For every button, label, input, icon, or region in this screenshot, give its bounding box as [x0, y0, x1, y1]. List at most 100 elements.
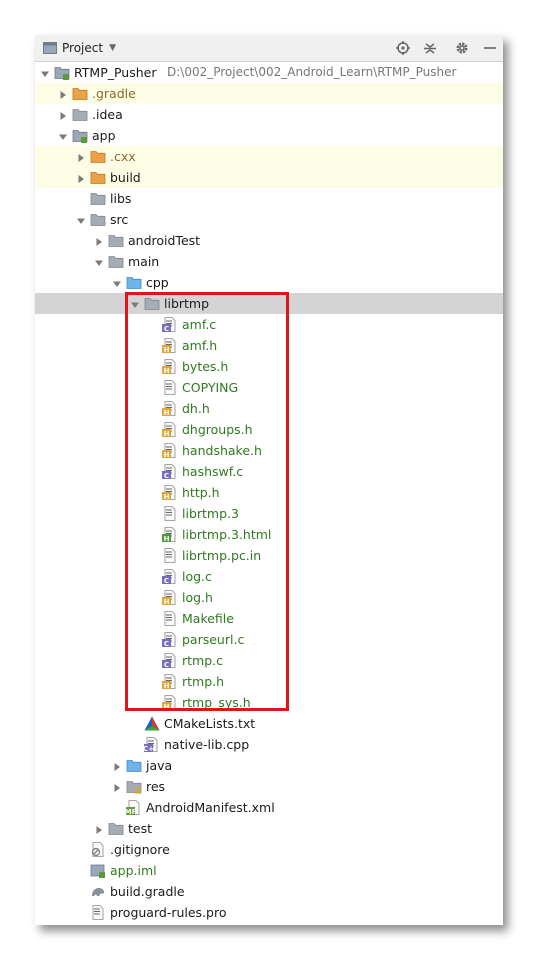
tree-node-rtmp-pusher[interactable]: RTMP_Pusher D:\002_Project\002_Android_Le…	[35, 62, 503, 83]
tree-node-handshake-h[interactable]: Hhandshake.h	[35, 440, 503, 461]
collapsed-arrow-icon[interactable]	[112, 760, 122, 771]
collapsed-arrow-icon[interactable]	[94, 823, 104, 834]
tree-node-gitignore[interactable]: .gitignore	[35, 839, 503, 860]
tree-node-label: log.h	[182, 590, 213, 605]
project-view-selector[interactable]: Project ▼	[41, 39, 120, 57]
expanded-arrow-icon[interactable]	[94, 256, 104, 266]
expanded-arrow-icon[interactable]	[112, 277, 122, 287]
tree-node-librtmp[interactable]: librtmp	[35, 293, 503, 314]
tree-node-label: rtmp_sys.h	[182, 695, 251, 710]
tree-node-label: AndroidManifest.xml	[146, 800, 275, 815]
gitignore-file-icon	[90, 842, 106, 857]
tree-node-native-lib-cpp[interactable]: C+ native-lib.cpp	[35, 734, 503, 755]
tree-node-amf-c[interactable]: Camf.c	[35, 314, 503, 335]
settings-gear-icon[interactable]	[453, 39, 471, 57]
h-file-icon: H	[162, 674, 178, 690]
hide-minimize-icon[interactable]	[481, 39, 499, 57]
svg-text:C: C	[164, 325, 169, 332]
h-file-icon: H	[162, 359, 178, 375]
tree-node-makefile[interactable]: Makefile	[35, 608, 503, 629]
orange-folder-icon	[90, 170, 106, 185]
tree-node-gradle[interactable]: .gradle	[35, 83, 503, 104]
tree-node-label: hashswf.c	[182, 464, 244, 479]
tree-node-build[interactable]: build	[35, 167, 503, 188]
collapsed-arrow-icon[interactable]	[76, 151, 86, 162]
collapsed-arrow-icon[interactable]	[112, 781, 122, 792]
tree-node-cmakelists-txt[interactable]: CMakeLists.txt	[35, 713, 503, 734]
collapse-all-icon[interactable]	[421, 39, 439, 57]
grey-folder-icon	[90, 191, 106, 206]
tree-node-label: build	[110, 170, 141, 185]
c-file-icon: C	[162, 653, 178, 669]
tree-node-amf-h[interactable]: Hamf.h	[35, 335, 503, 356]
collapsed-arrow-icon[interactable]	[94, 235, 104, 246]
tree-node-res[interactable]: res	[35, 776, 503, 797]
locate-icon[interactable]	[394, 39, 412, 57]
tree-node-label: src	[110, 212, 129, 227]
grey-folder-icon	[108, 254, 124, 269]
h-file-icon: H	[162, 695, 178, 711]
expanded-arrow-icon[interactable]	[76, 214, 86, 224]
tree-node-rtmp-sys-h[interactable]: Hrtmp_sys.h	[35, 692, 503, 713]
tree-node-dh-h[interactable]: Hdh.h	[35, 398, 503, 419]
svg-text:H: H	[164, 346, 170, 353]
tree-node-log-h[interactable]: Hlog.h	[35, 587, 503, 608]
c-file-icon: C	[162, 632, 178, 648]
tree-node-label: amf.c	[182, 317, 217, 332]
cpp-file-icon: C+	[143, 737, 160, 753]
tree-node-java[interactable]: java	[35, 755, 503, 776]
expanded-arrow-icon[interactable]	[130, 298, 140, 308]
tree-node-label: parseurl.c	[182, 632, 245, 647]
blue-folder-icon	[126, 758, 142, 773]
h-file-icon: H	[162, 338, 178, 354]
tree-node-cxx[interactable]: .cxx	[35, 146, 503, 167]
gradle-icon	[90, 884, 106, 899]
tree-node-label: proguard-rules.pro	[110, 905, 227, 920]
tree-node-proguard-rules-pro[interactable]: proguard-rules.pro	[35, 902, 503, 923]
tree-node-label: http.h	[182, 485, 220, 500]
tree-node-androidmanifest-xml[interactable]: MF AndroidManifest.xml	[35, 797, 503, 818]
expanded-arrow-icon[interactable]	[58, 130, 68, 140]
tree-node-label: dh.h	[182, 401, 210, 416]
orange-folder-icon	[90, 149, 106, 164]
tree-node-librtmp-3-html[interactable]: Hlibrtmp.3.html	[35, 524, 503, 545]
h-file-icon: H	[162, 422, 178, 438]
tree-node-androidtest[interactable]: androidTest	[35, 230, 503, 251]
tree-node-hashswf-c[interactable]: Chashswf.c	[35, 461, 503, 482]
manifest-file-icon: MF	[125, 800, 142, 816]
tree-node-copying[interactable]: COPYING	[35, 377, 503, 398]
project-view-title: Project	[62, 41, 104, 55]
cmake-icon	[144, 716, 160, 731]
tree-node-app-iml[interactable]: app.iml	[35, 860, 503, 881]
tree-node-idea[interactable]: .idea	[35, 104, 503, 125]
tree-node-label: .gradle	[92, 86, 136, 101]
collapsed-arrow-icon[interactable]	[58, 88, 68, 99]
h-file-icon: H	[162, 443, 178, 459]
tree-node-bytes-h[interactable]: Hbytes.h	[35, 356, 503, 377]
tree-node-http-h[interactable]: Hhttp.h	[35, 482, 503, 503]
tree-node-label: librtmp	[164, 296, 210, 311]
tree-node-main[interactable]: main	[35, 251, 503, 272]
tree-node-dhgroups-h[interactable]: Hdhgroups.h	[35, 419, 503, 440]
tree-node-app[interactable]: app	[35, 125, 503, 146]
tree-node-build-gradle[interactable]: build.gradle	[35, 881, 503, 902]
tree-node-label: native-lib.cpp	[164, 737, 250, 752]
tree-node-log-c[interactable]: Clog.c	[35, 566, 503, 587]
collapsed-arrow-icon[interactable]	[76, 172, 86, 183]
tree-node-rtmp-c[interactable]: Crtmp.c	[35, 650, 503, 671]
tree-node-rtmp-h[interactable]: Hrtmp.h	[35, 671, 503, 692]
expanded-arrow-icon[interactable]	[40, 67, 50, 77]
text-file-icon	[162, 548, 178, 563]
tree-node-libs[interactable]: libs	[35, 188, 503, 209]
module-folder-icon	[72, 128, 88, 143]
tree-node-test[interactable]: test	[35, 818, 503, 839]
collapsed-arrow-icon[interactable]	[58, 109, 68, 120]
module-folder-icon	[54, 65, 70, 80]
tree-node-librtmp-pc-in[interactable]: librtmp.pc.in	[35, 545, 503, 566]
tree-node-parseurl-c[interactable]: Cparseurl.c	[35, 629, 503, 650]
tree-node-librtmp-3[interactable]: librtmp.3	[35, 503, 503, 524]
tree-node-src[interactable]: src	[35, 209, 503, 230]
c-file-icon: C	[162, 569, 178, 585]
tree-node-label: CMakeLists.txt	[164, 716, 256, 731]
tree-node-cpp[interactable]: cpp	[35, 272, 503, 293]
